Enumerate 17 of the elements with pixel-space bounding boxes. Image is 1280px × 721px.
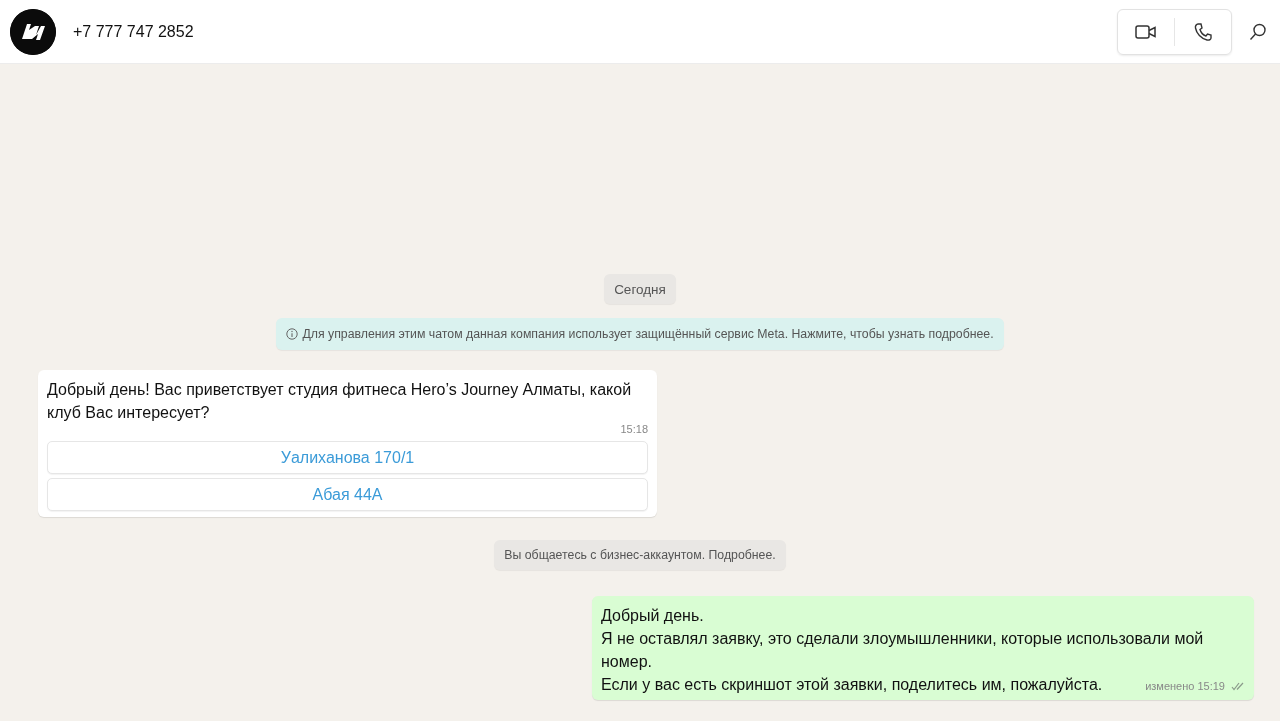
message-text: Я не оставлял заявку, это сделали злоумышленники, которые использовали мой номер. bbox=[601, 629, 1205, 672]
contact-name: +7 777 747 2852 bbox=[73, 22, 195, 41]
video-camera-icon bbox=[1135, 23, 1157, 40]
notice-text: Для управления этим чатом данная компания использует защищённый сервис Meta. Нажмите, чтобы узнать подробнее. bbox=[302, 327, 994, 341]
search-icon bbox=[1249, 22, 1267, 41]
date-text: Сегодня bbox=[614, 281, 666, 297]
message-text: Добрый день. bbox=[601, 606, 704, 626]
info-icon bbox=[286, 328, 299, 340]
system-text: Вы общаетесь с бизнес-аккаунтом. Подробнее. bbox=[504, 548, 776, 562]
message-time: 15:18 bbox=[620, 423, 648, 435]
phone-icon bbox=[1194, 21, 1212, 42]
message-text: Если у вас есть скриншот этой заявки, поделитесь им, пожалуйста. bbox=[601, 675, 1103, 695]
logo-avatar-icon bbox=[10, 8, 56, 55]
message-time: изменено 15:19 bbox=[1145, 680, 1225, 692]
notice-chip[interactable]: Для управления этим чатом данная компания использует защищённый сервис Meta. Нажмите, чтобы узнать подробнее. bbox=[276, 318, 1004, 350]
message-text: Добрый день! Вас приветствует студия фитнеса Hero’s Journey Алматы, какой клуб Вас интересует? bbox=[47, 380, 633, 423]
system-chip[interactable]: Вы общаетесь с бизнес-аккаунтом. Подробнее. bbox=[494, 540, 786, 570]
